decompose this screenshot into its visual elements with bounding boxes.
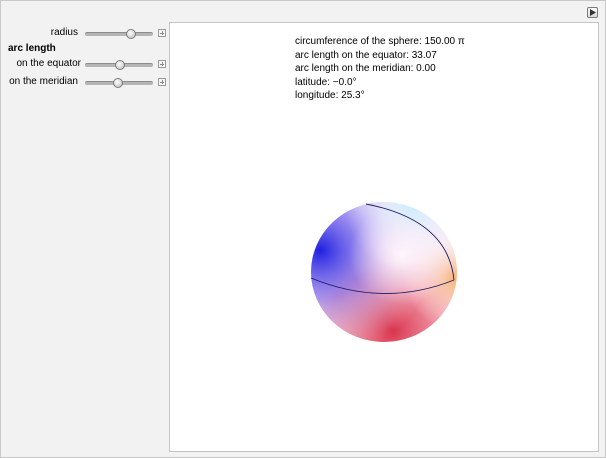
meridian-arc-readout: arc length on the meridian: 0.00 [295, 63, 436, 74]
meridian-slider-thumb[interactable] [113, 78, 124, 88]
radius-slider-thumb[interactable] [125, 29, 136, 39]
meridian-control: on the meridian [1, 75, 169, 89]
radius-label: radius [50, 27, 78, 38]
equator-label: on the equator [16, 58, 82, 69]
equator-arc-readout: arc length on the equator: 33.07 [295, 49, 437, 61]
longitude-readout: longitude: 25.3° [295, 90, 365, 101]
equator-slider-thumb[interactable] [115, 60, 126, 70]
meridian-expand-button[interactable] [158, 78, 166, 86]
arc-length-heading: arc length [8, 43, 56, 54]
meridian-label: on the meridian [9, 76, 78, 87]
play-triangle-icon [590, 9, 596, 16]
options-menu-button[interactable] [587, 7, 598, 18]
sphere-3d-plot[interactable] [308, 200, 460, 344]
readout-text: circumference of the sphere: 150.00 π ar… [295, 35, 465, 103]
controls-panel: radius arc length on the equator on the … [1, 1, 169, 457]
equator-expand-button[interactable] [158, 60, 166, 68]
radius-slider[interactable] [85, 29, 153, 39]
output-panel: circumference of the sphere: 150.00 π ar… [169, 22, 599, 452]
equator-control: on the equator [1, 57, 169, 71]
manipulate-frame: radius arc length on the equator on the … [0, 0, 606, 458]
latitude-readout: latitude: −0.0° [295, 76, 357, 88]
radius-expand-button[interactable] [158, 29, 166, 37]
meridian-slider[interactable] [85, 78, 153, 88]
circumference-readout: circumference of the sphere: 150.00 π [295, 36, 465, 47]
sphere-graphic[interactable] [308, 200, 460, 344]
radius-control: radius [1, 26, 169, 40]
equator-slider[interactable] [85, 60, 153, 70]
